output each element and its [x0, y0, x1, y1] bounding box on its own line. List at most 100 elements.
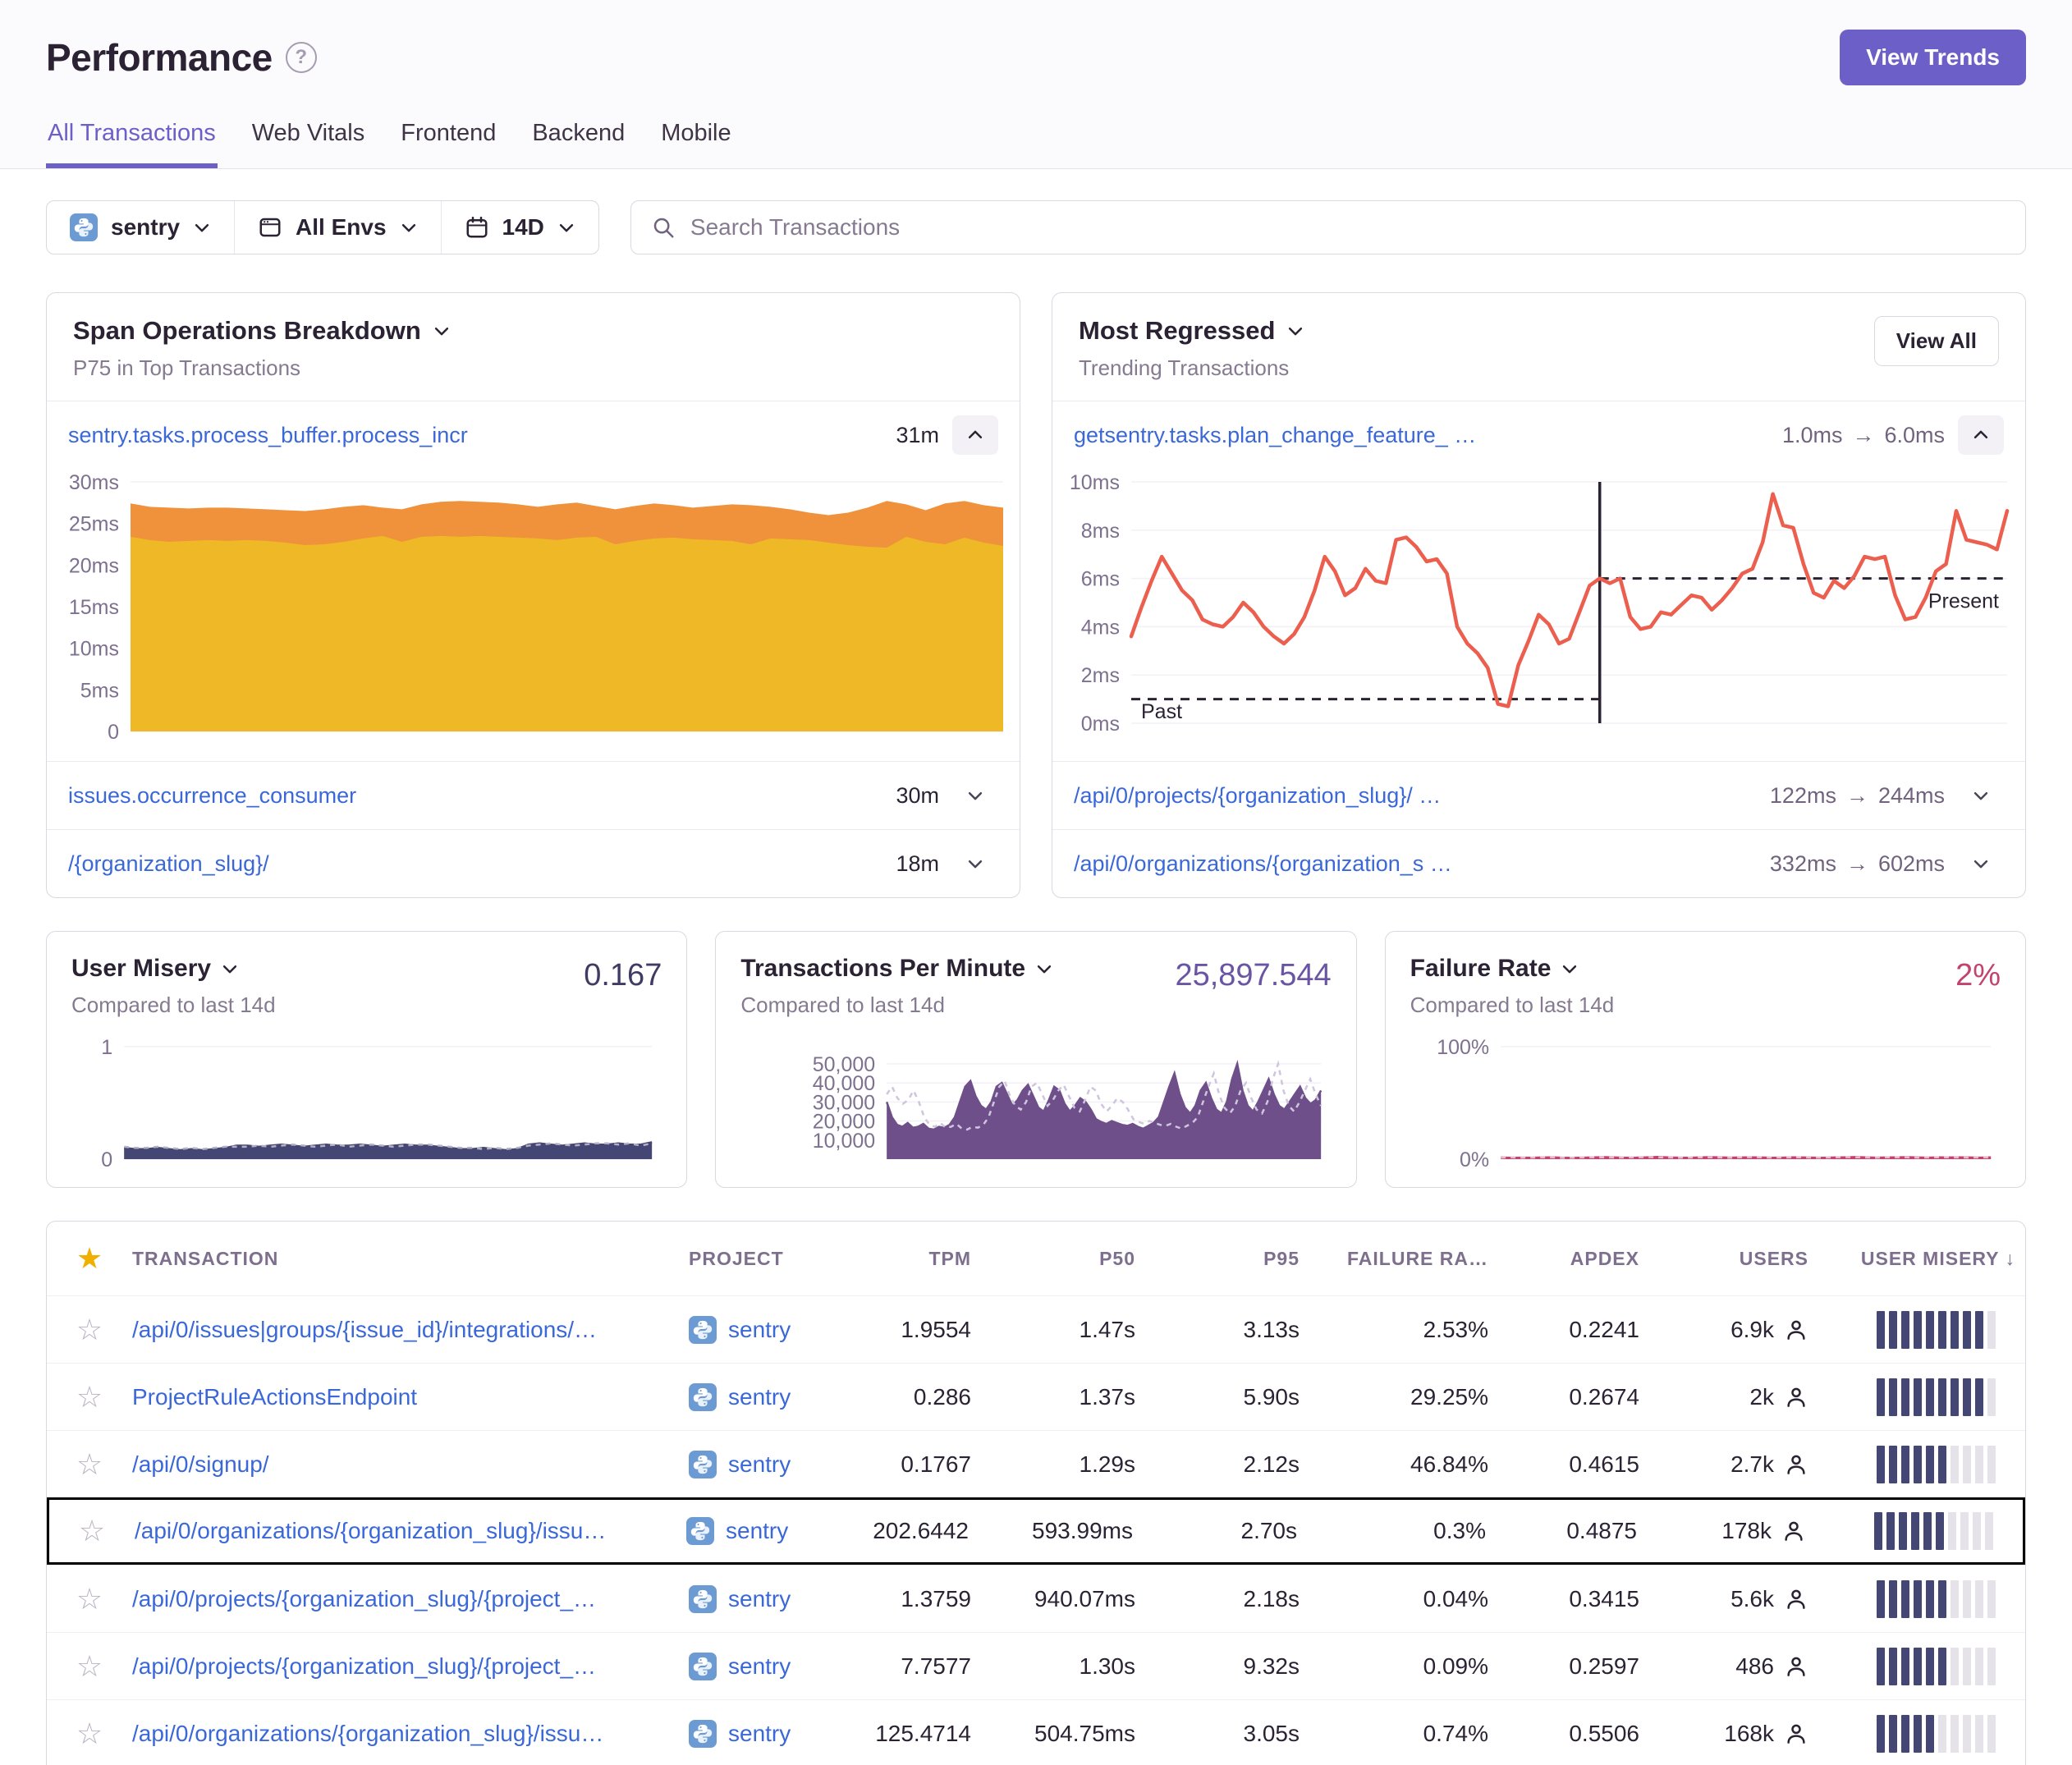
column-project[interactable]: PROJECT	[689, 1248, 850, 1270]
collapse-button[interactable]	[1958, 415, 2004, 455]
view-all-button[interactable]: View All	[1874, 316, 1999, 366]
transaction-link[interactable]: /api/0/projects/{organization_slug}/{pro…	[132, 1653, 596, 1680]
regressed-item: /api/0/organizations/{organization_s … 3…	[1052, 829, 2025, 897]
span-operations-widget: Span Operations Breakdown P75 in Top Tra…	[46, 292, 1020, 898]
table-row[interactable]: ☆ /api/0/organizations/{organization_slu…	[47, 1497, 2025, 1565]
p50-value: 1.29s	[981, 1451, 1145, 1478]
regressed-item: /api/0/projects/{organization_slug}/ … 1…	[1052, 761, 2025, 829]
search-input[interactable]	[690, 214, 2006, 241]
span-op-link[interactable]: /{organization_slug}/	[68, 851, 882, 877]
span-op-value: 18m	[896, 851, 939, 877]
user-misery-title-dropdown[interactable]: User Misery	[71, 955, 584, 983]
table-row[interactable]: ☆ ProjectRuleActionsEndpoint sentry 0.28…	[47, 1363, 2025, 1430]
column-user-misery[interactable]: USER MISERY ↓	[1818, 1248, 2025, 1270]
svg-text:10ms: 10ms	[1070, 471, 1120, 494]
failure-rate-title-dropdown[interactable]: Failure Rate	[1410, 955, 1955, 983]
column-transaction[interactable]: TRANSACTION	[132, 1248, 689, 1270]
tab-all-transactions[interactable]: All Transactions	[46, 120, 218, 168]
svg-text:0: 0	[101, 1148, 112, 1171]
column-p50[interactable]: P50	[981, 1248, 1145, 1270]
tab-frontend[interactable]: Frontend	[399, 120, 497, 168]
column-apdex[interactable]: APDEX	[1498, 1248, 1649, 1270]
date-range-filter-button[interactable]: 14D	[441, 201, 598, 254]
tpm-title-dropdown[interactable]: Transactions Per Minute	[740, 955, 1175, 983]
p50-value: 1.47s	[981, 1317, 1145, 1343]
regressed-transaction-link[interactable]: getsentry.tasks.plan_change_feature_ …	[1074, 423, 1769, 448]
transaction-link[interactable]: /api/0/organizations/{organization_slug}…	[132, 1721, 603, 1747]
table-row[interactable]: ☆ /api/0/issues|groups/{issue_id}/integr…	[47, 1295, 2025, 1363]
user-misery-score-bars	[1877, 1378, 1996, 1416]
span-op-link[interactable]: sentry.tasks.process_buffer.process_incr	[68, 423, 882, 448]
expand-button[interactable]	[1958, 844, 2004, 883]
calendar-icon	[465, 215, 489, 240]
help-icon[interactable]: ?	[286, 42, 317, 73]
apdex-value: 0.2597	[1498, 1653, 1649, 1680]
tab-backend[interactable]: Backend	[530, 120, 626, 168]
project-filter-button[interactable]: sentry	[47, 201, 234, 254]
user-misery-score-bars	[1877, 1580, 1996, 1618]
svg-text:15ms: 15ms	[69, 596, 119, 619]
star-icon[interactable]: ☆	[76, 1717, 103, 1751]
failure-rate-value: 46.84%	[1309, 1451, 1498, 1478]
transaction-link[interactable]: /api/0/projects/{organization_slug}/{pro…	[132, 1586, 596, 1612]
transaction-link[interactable]: ProjectRuleActionsEndpoint	[132, 1384, 417, 1410]
project-filter-label: sentry	[111, 214, 180, 241]
project-link[interactable]: sentry	[728, 1317, 791, 1343]
transaction-link[interactable]: /api/0/signup/	[132, 1451, 269, 1478]
tab-web-vitals[interactable]: Web Vitals	[250, 120, 367, 168]
star-icon[interactable]: ☆	[76, 1649, 103, 1684]
project-link[interactable]: sentry	[726, 1518, 788, 1544]
user-misery-score-bars	[1877, 1446, 1996, 1483]
search-box	[630, 200, 2026, 254]
table-row[interactable]: ☆ /api/0/projects/{organization_slug}/{p…	[47, 1565, 2025, 1632]
most-regressed-title-dropdown[interactable]: Most Regressed	[1079, 316, 1874, 346]
transaction-link[interactable]: /api/0/organizations/{organization_slug}…	[135, 1518, 606, 1544]
svg-text:25ms: 25ms	[69, 513, 119, 536]
project-link[interactable]: sentry	[728, 1721, 791, 1747]
tab-mobile[interactable]: Mobile	[659, 120, 732, 168]
project-link[interactable]: sentry	[728, 1653, 791, 1680]
table-row[interactable]: ☆ /api/0/signup/ sentry 0.1767 1.29s 2.1…	[47, 1430, 2025, 1497]
svg-text:6ms: 6ms	[1081, 568, 1120, 591]
transaction-link[interactable]: /api/0/issues|groups/{issue_id}/integrat…	[132, 1317, 597, 1343]
regressed-transaction-link[interactable]: /api/0/organizations/{organization_s …	[1074, 851, 1757, 877]
p50-value: 593.99ms	[979, 1518, 1143, 1544]
project-link[interactable]: sentry	[728, 1384, 791, 1410]
star-icon[interactable]: ☆	[76, 1313, 103, 1347]
python-project-icon	[689, 1653, 717, 1680]
expand-button[interactable]	[952, 776, 998, 815]
svg-text:0ms: 0ms	[1081, 713, 1120, 736]
svg-text:8ms: 8ms	[1081, 520, 1120, 543]
span-op-link[interactable]: issues.occurrence_consumer	[68, 783, 882, 809]
environment-filter-button[interactable]: All Envs	[234, 201, 440, 254]
project-link[interactable]: sentry	[728, 1451, 791, 1478]
expand-button[interactable]	[952, 844, 998, 883]
column-users[interactable]: USERS	[1649, 1248, 1818, 1270]
collapse-button[interactable]	[952, 415, 998, 455]
project-link[interactable]: sentry	[728, 1586, 791, 1612]
view-trends-button[interactable]: View Trends	[1840, 30, 2026, 85]
regressed-transaction-link[interactable]: /api/0/projects/{organization_slug}/ …	[1074, 783, 1757, 809]
star-icon[interactable]: ☆	[79, 1514, 105, 1548]
span-op-value: 30m	[896, 783, 939, 809]
column-p95[interactable]: P95	[1145, 1248, 1309, 1270]
span-operations-chart: 05ms10ms15ms20ms25ms30ms	[47, 469, 1020, 761]
column-tpm[interactable]: TPM	[850, 1248, 981, 1270]
star-icon[interactable]: ☆	[76, 1380, 103, 1414]
environment-filter-label: All Envs	[296, 214, 386, 241]
table-row[interactable]: ☆ /api/0/projects/{organization_slug}/{p…	[47, 1632, 2025, 1699]
table-row[interactable]: ☆ /api/0/organizations/{organization_slu…	[47, 1699, 2025, 1765]
column-failure-rate[interactable]: FAILURE RA…	[1309, 1248, 1498, 1270]
chevron-down-icon	[221, 960, 239, 978]
star-icon[interactable]: ☆	[76, 1447, 103, 1482]
user-icon	[1784, 1653, 1808, 1680]
sort-desc-icon: ↓	[2006, 1248, 2016, 1269]
span-ops-title-dropdown[interactable]: Span Operations Breakdown	[73, 316, 993, 346]
failure-rate-value: 0.09%	[1309, 1653, 1498, 1680]
widget-title: User Misery	[71, 955, 211, 983]
p95-value: 3.13s	[1145, 1317, 1309, 1343]
expand-button[interactable]	[1958, 776, 2004, 815]
star-icon[interactable]: ☆	[76, 1582, 103, 1616]
chevron-down-icon	[1972, 786, 1990, 805]
key-transactions-star-icon[interactable]: ★	[76, 1241, 103, 1276]
